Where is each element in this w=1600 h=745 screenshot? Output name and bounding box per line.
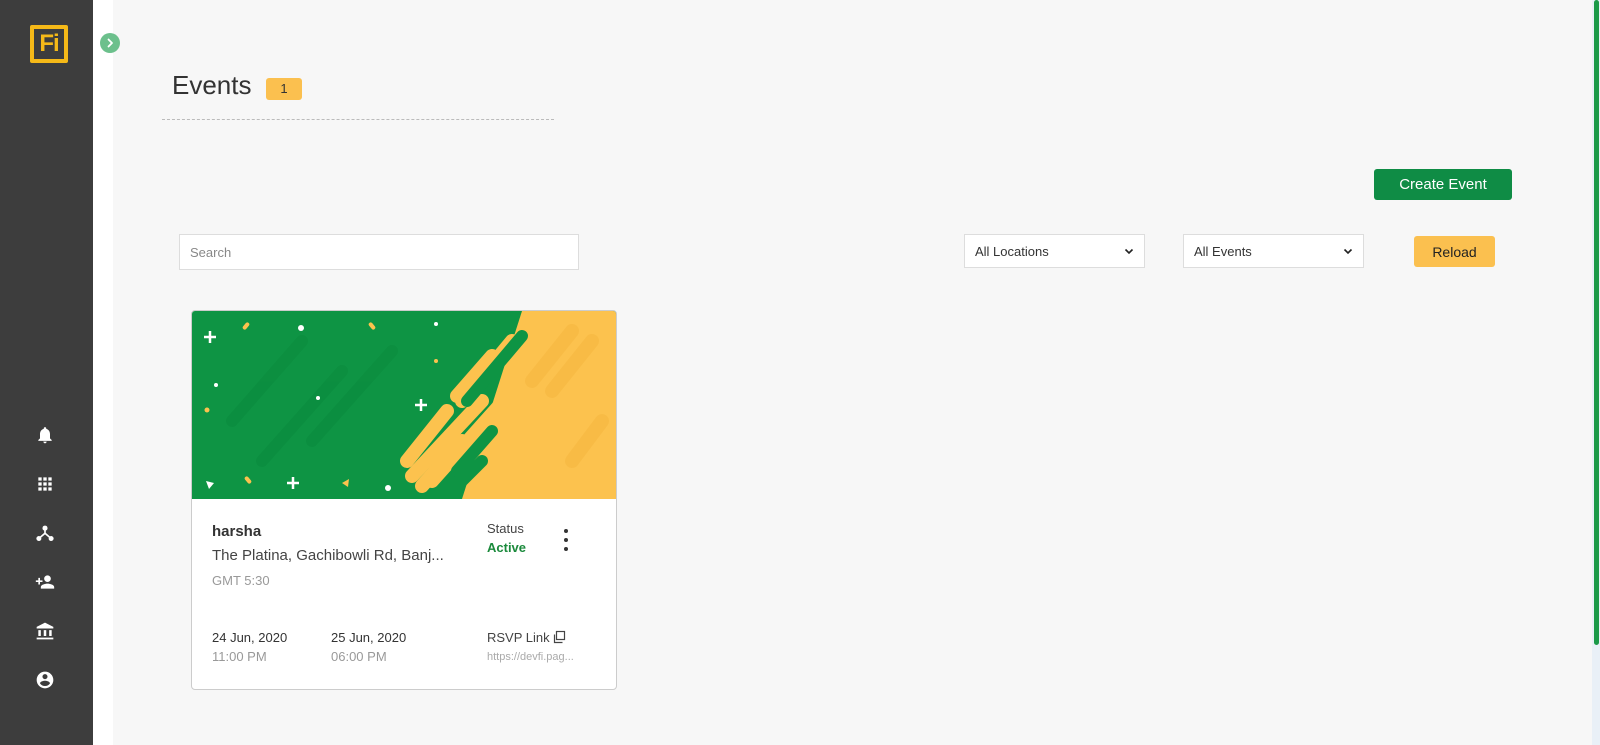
event-count-badge: 1 (266, 78, 302, 100)
start-date: 24 Jun, 2020 (212, 630, 288, 645)
location-filter-select[interactable]: All Locations (964, 234, 1145, 268)
status-label: Status (487, 521, 524, 536)
status-badge: Active (487, 540, 527, 555)
sidebar-item-institution[interactable] (33, 619, 57, 643)
rsvp-link[interactable]: https://devfi.pag... (487, 651, 577, 663)
event-timezone: GMT 5:30 (212, 573, 270, 588)
more-options-icon[interactable] (559, 529, 573, 551)
sidebar-item-notifications[interactable] (33, 423, 57, 447)
bell-icon (38, 427, 52, 444)
event-filter-select[interactable]: All Events (1183, 234, 1364, 268)
end-date: 25 Jun, 2020 (331, 630, 407, 645)
start-time: 11:00 PM (212, 649, 267, 664)
sidebar-item-add-user[interactable] (33, 570, 57, 594)
title-divider (162, 119, 554, 120)
person-add-icon (35, 575, 55, 589)
rsvp-label: RSVP Link (487, 630, 550, 645)
event-location: The Platina, Gachibowli Rd, Banj... (212, 547, 444, 564)
copy-icon[interactable] (552, 630, 566, 644)
sidebar-item-account[interactable] (33, 668, 57, 692)
brand-logo-text: Fi (34, 29, 64, 59)
sidebar-toggle-button[interactable] (100, 33, 120, 53)
sidebar: Fi (0, 0, 93, 745)
create-event-button[interactable]: Create Event (1374, 169, 1512, 200)
sidebar-item-apps[interactable] (33, 472, 57, 496)
sidebar-edge (93, 0, 113, 745)
chevron-down-icon (1124, 248, 1134, 255)
brand-logo[interactable]: Fi (30, 25, 68, 63)
scrollbar-thumb[interactable] (1594, 0, 1599, 645)
event-banner-image (192, 311, 616, 499)
page-title: Events (172, 70, 252, 100)
hierarchy-icon (36, 525, 54, 542)
chevron-down-icon (1343, 248, 1353, 255)
chevron-right-icon (107, 38, 113, 48)
location-filter-value: All Locations (975, 243, 1049, 259)
reload-button[interactable]: Reload (1414, 236, 1495, 267)
event-filter-value: All Events (1194, 243, 1252, 259)
account-circle-icon (36, 671, 54, 689)
search-input[interactable] (179, 234, 579, 270)
end-time: 06:00 PM (331, 649, 387, 664)
event-name[interactable]: harsha (212, 523, 261, 540)
bank-icon (36, 622, 54, 640)
sidebar-item-network[interactable] (33, 522, 57, 546)
event-card[interactable]: harsha The Platina, Gachibowli Rd, Banj.… (191, 310, 617, 690)
grid-icon (38, 477, 52, 491)
page-scrollbar[interactable] (1592, 0, 1600, 745)
